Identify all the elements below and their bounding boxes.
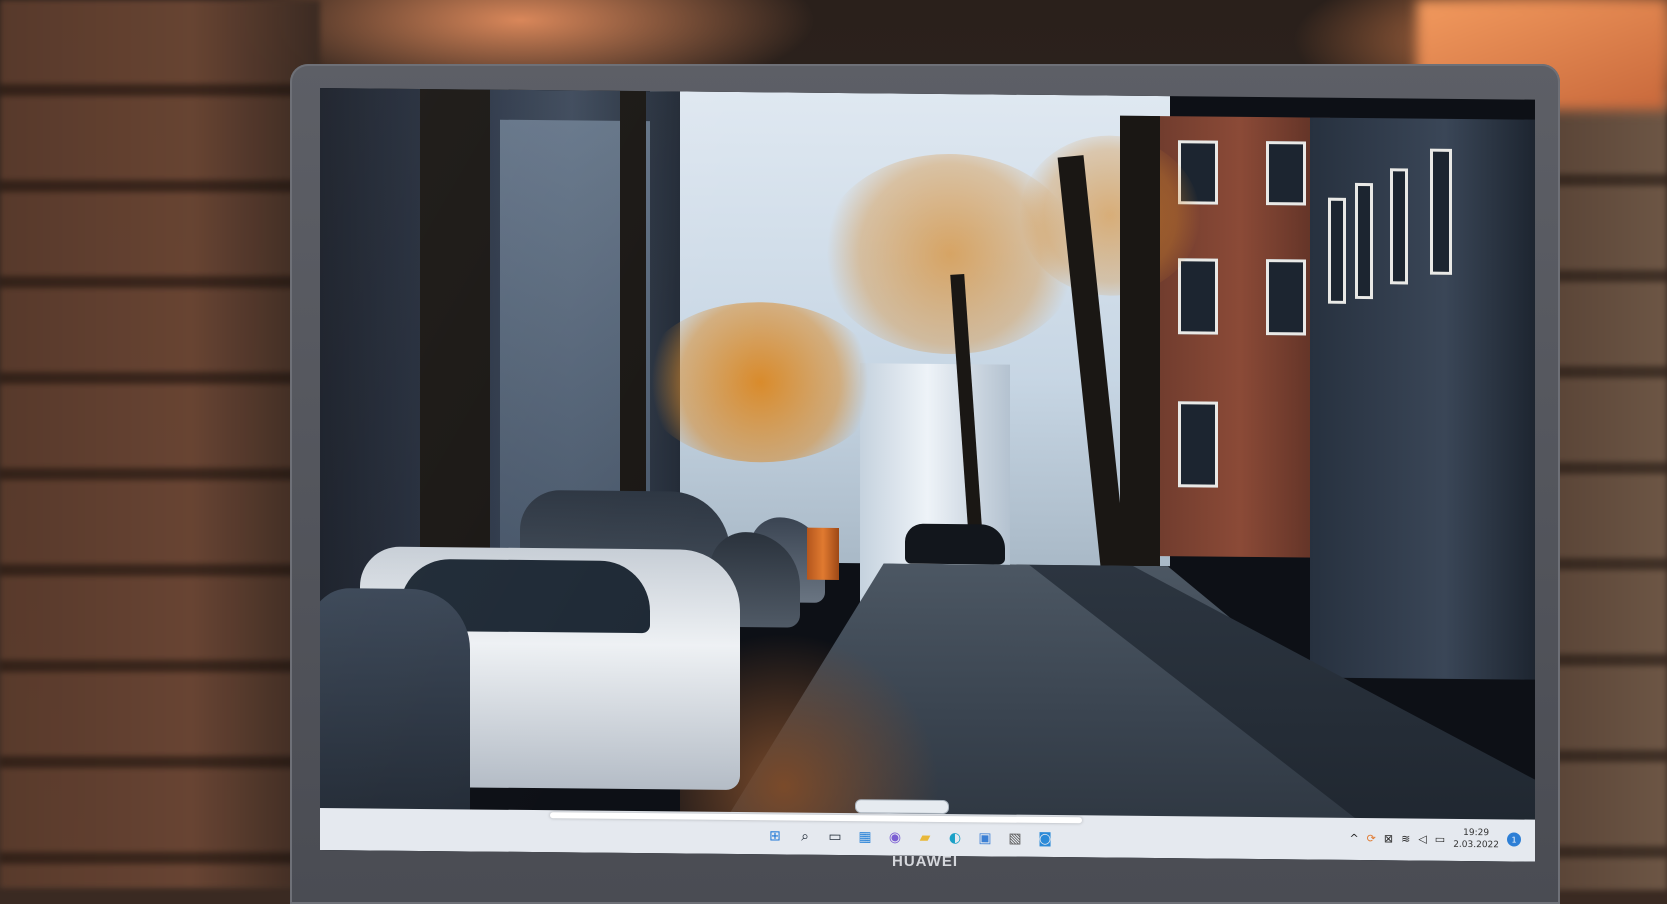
sync-icon[interactable]: ⟳ [1367, 832, 1376, 845]
notification-badge[interactable]: 1 [1507, 832, 1521, 847]
file-explorer-icon[interactable]: ▰ [915, 828, 935, 848]
volume-icon[interactable]: ◁ [1418, 832, 1426, 845]
screen-glare [320, 88, 1535, 862]
laptop-screen: ⊞ ⌕ ▭ ▦ ◉ ▰ ◐ ▣ ▧ ◙ ^ ⟳ ⊠ ≋ ◁ ▭ 19:29 2.… [320, 88, 1535, 862]
clock-date: 2.03.2022 [1453, 839, 1499, 851]
app-icon[interactable]: ▧ [1005, 829, 1025, 849]
search-icon[interactable]: ⌕ [795, 827, 815, 847]
widgets-icon[interactable]: ▦ [855, 827, 875, 847]
gesture-pill[interactable] [855, 799, 949, 815]
chat-icon[interactable]: ◉ [885, 827, 905, 847]
windows-start-icon[interactable]: ⊞ [765, 826, 785, 846]
brick-wall-left [0, 0, 320, 888]
touch-swipe-bar[interactable] [550, 812, 1082, 824]
clock-time: 19:29 [1463, 827, 1490, 839]
edge-browser-icon[interactable]: ◐ [945, 828, 965, 848]
network-icon[interactable]: ⊠ [1384, 832, 1393, 845]
task-view-icon[interactable]: ▭ [825, 827, 845, 847]
chevron-up-icon[interactable]: ^ [1349, 831, 1358, 844]
app2-icon[interactable]: ◙ [1035, 829, 1055, 849]
taskbar-pinned-apps: ⊞ ⌕ ▭ ▦ ◉ ▰ ◐ ▣ ▧ ◙ [765, 826, 1055, 849]
taskbar-clock[interactable]: 19:29 2.03.2022 [1453, 827, 1499, 851]
store-icon[interactable]: ▣ [975, 828, 995, 848]
battery-icon[interactable]: ▭ [1435, 832, 1445, 845]
wifi-icon[interactable]: ≋ [1401, 832, 1410, 845]
laptop-brand-logo: HUAWEI [892, 853, 958, 870]
laptop-bezel: ⊞ ⌕ ▭ ▦ ◉ ▰ ◐ ▣ ▧ ◙ ^ ⟳ ⊠ ≋ ◁ ▭ 19:29 2.… [290, 64, 1560, 904]
desktop-wallpaper [320, 88, 1535, 862]
system-tray: ^ ⟳ ⊠ ≋ ◁ ▭ 19:29 2.03.2022 1 [1349, 826, 1521, 852]
